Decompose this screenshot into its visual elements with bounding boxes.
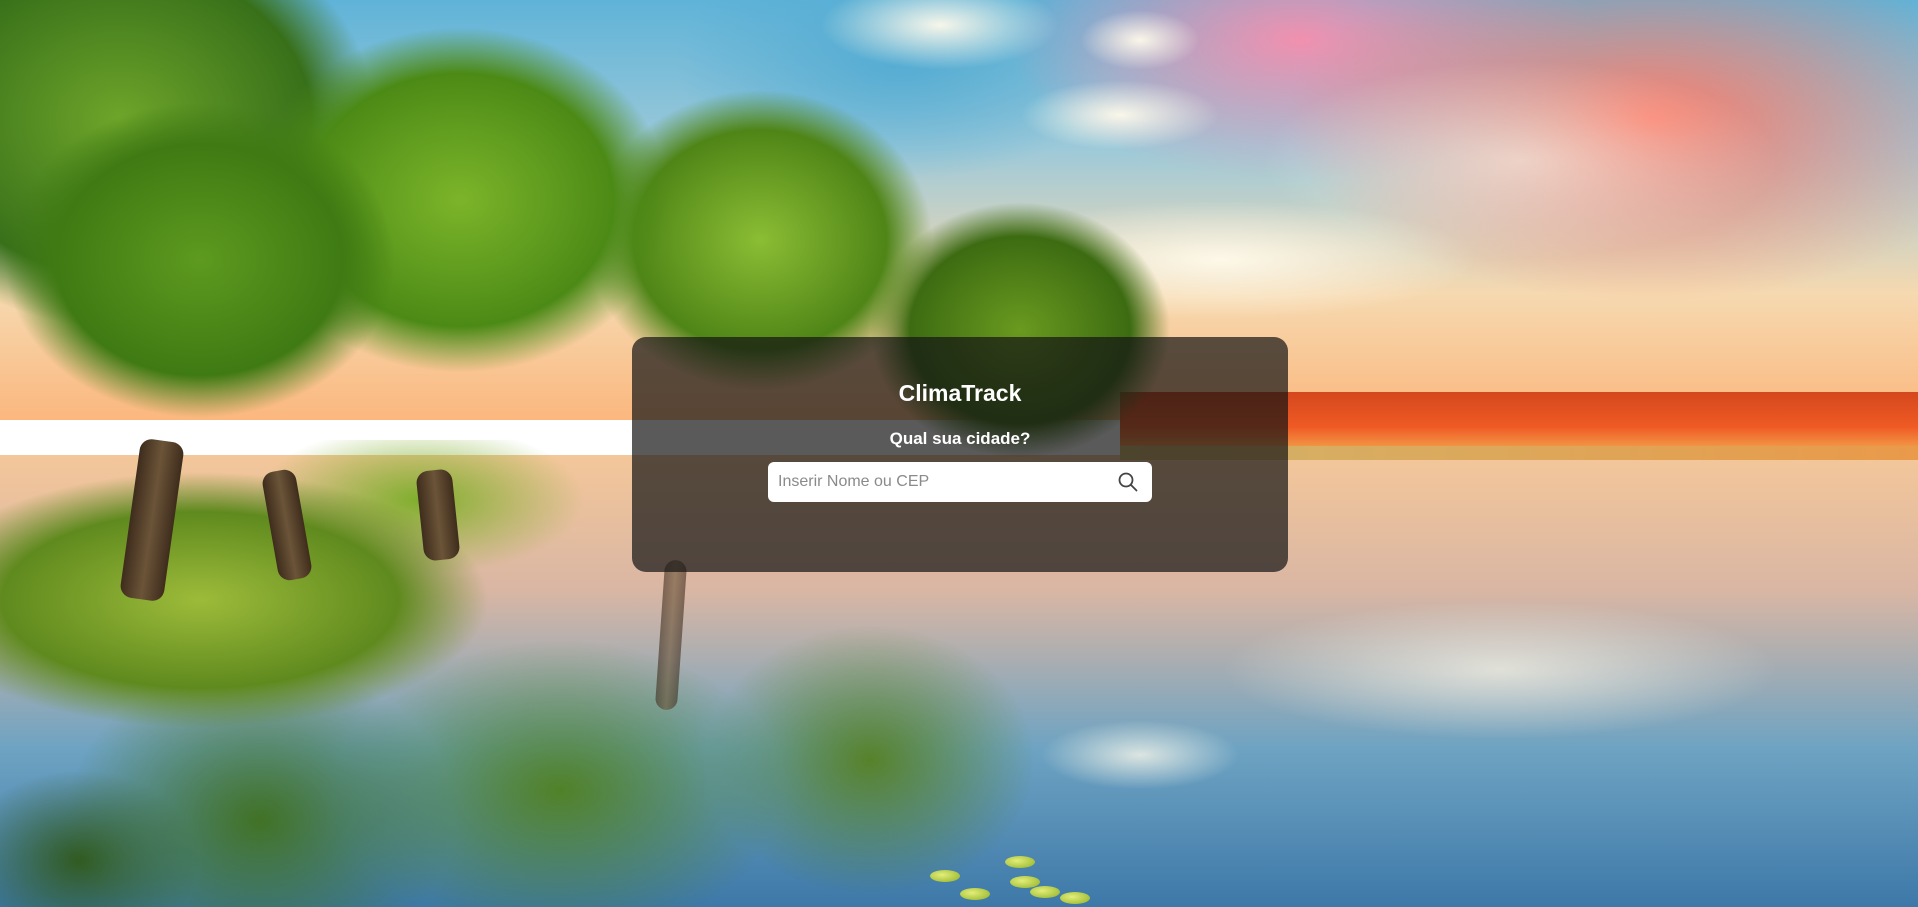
grass-bank bbox=[0, 440, 660, 740]
app-root: ClimaTrack Qual sua cidade? bbox=[0, 0, 1918, 907]
search-icon bbox=[1118, 472, 1138, 492]
cloud-reflection bbox=[1220, 600, 1780, 740]
lily-pad bbox=[960, 888, 990, 900]
cloud bbox=[1260, 60, 1780, 260]
search-bar bbox=[768, 461, 1152, 503]
lily-pad bbox=[1005, 856, 1035, 868]
lily-pad bbox=[930, 870, 960, 882]
search-card: ClimaTrack Qual sua cidade? bbox=[632, 337, 1288, 572]
lily-pad bbox=[1060, 892, 1090, 904]
lily-pad bbox=[1030, 886, 1060, 898]
city-search-input[interactable] bbox=[776, 461, 1114, 503]
city-prompt-label: Qual sua cidade? bbox=[889, 429, 1031, 448]
app-title: ClimaTrack bbox=[898, 380, 1022, 406]
search-button[interactable] bbox=[1114, 468, 1142, 496]
